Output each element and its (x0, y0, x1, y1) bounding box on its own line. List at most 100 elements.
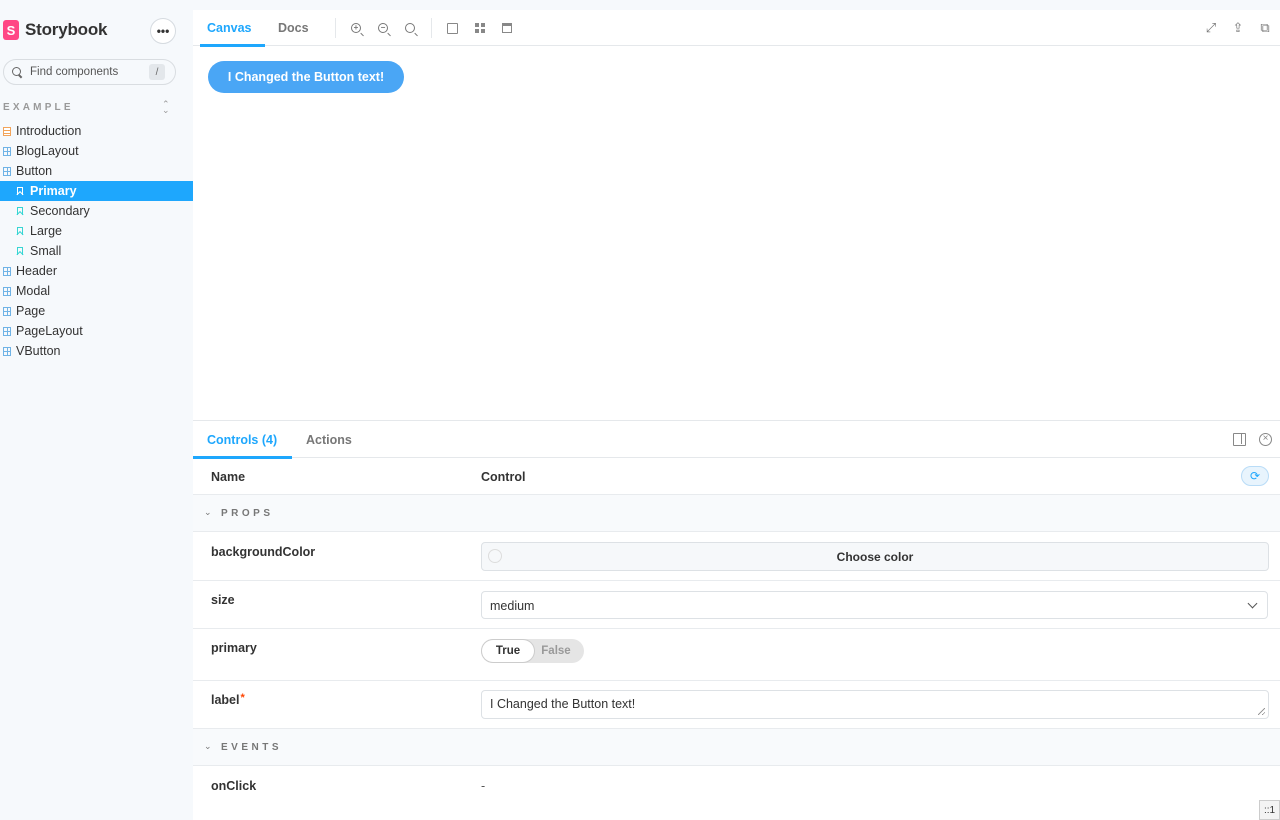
panel-layout-icon[interactable] (1233, 433, 1246, 446)
bookmark-icon (17, 227, 23, 235)
sidebar-item-bloglayout[interactable]: BlogLayout (0, 141, 193, 161)
select-value: medium (490, 599, 535, 613)
sidebar-item-label: Introduction (16, 124, 82, 138)
sidebar-item-large[interactable]: Large (0, 221, 193, 241)
boolean-toggle[interactable]: False True (481, 639, 584, 663)
zoom-in-icon[interactable]: + (348, 20, 364, 36)
size-select[interactable]: medium (481, 591, 1268, 619)
sidebar-item-button[interactable]: Button (0, 161, 193, 181)
table-row: label* I Changed the Button text! (193, 681, 1280, 729)
corner-badge: ::1 (1259, 800, 1280, 820)
component-icon (3, 266, 11, 276)
sidebar-item-header[interactable]: Header (0, 261, 193, 281)
sidebar-item-label: BlogLayout (16, 144, 79, 158)
section-title: EVENTS (221, 742, 283, 753)
sidebar-item-secondary[interactable]: Secondary (0, 201, 193, 221)
chevron-down-icon: ⌄ (204, 507, 212, 517)
chevron-down-icon (1247, 598, 1258, 609)
resize-handle-icon[interactable] (1258, 708, 1265, 715)
sidebar-item-label: Header (16, 264, 57, 278)
bookmark-icon (17, 187, 23, 195)
addons-tabbar: Controls (4) Actions × (192, 421, 1280, 459)
sidebar-item-modal[interactable]: Modal (0, 281, 193, 301)
sidebar-item-label: Small (30, 244, 62, 258)
close-icon[interactable]: × (1259, 433, 1272, 446)
sidebar-item-primary[interactable]: Primary (0, 181, 193, 201)
sidebar-item-introduction[interactable]: Introduction (0, 121, 193, 141)
tab-actions[interactable]: Actions (306, 421, 352, 458)
preview-button[interactable]: I Changed the Button text! (208, 61, 404, 93)
search-field[interactable]: Find components / (3, 59, 176, 85)
color-picker[interactable]: Choose color (481, 542, 1269, 571)
addons-panel: Controls (4) Actions × Name Control ⟳ ⌄ … (192, 420, 1280, 820)
sidebar-item-page[interactable]: Page (0, 301, 193, 321)
bookmark-icon (17, 247, 23, 255)
toolbar-divider (335, 18, 336, 38)
component-icon (3, 286, 11, 296)
table-row: backgroundColor Choose color (193, 532, 1280, 581)
zoom-reset-icon[interactable] (402, 20, 418, 36)
prop-name: label* (211, 692, 245, 707)
tab-controls[interactable]: Controls (4) (192, 421, 293, 459)
controls-table: Name Control ⟳ ⌄ PROPS backgroundColor C… (193, 458, 1280, 811)
table-row: size medium (193, 581, 1280, 629)
section-events[interactable]: ⌄ EVENTS (193, 729, 1280, 766)
toggle-true[interactable]: True (482, 640, 534, 662)
prop-name: primary (211, 641, 257, 655)
app-title: Storybook (25, 20, 108, 39)
refresh-icon: ⟳ (1249, 469, 1261, 483)
tab-docs[interactable]: Docs (278, 10, 309, 46)
outline-icon[interactable] (499, 20, 515, 36)
prop-name: onClick (211, 779, 257, 793)
component-icon (3, 306, 11, 316)
background-icon[interactable] (444, 20, 460, 36)
sidebar-section-title[interactable]: EXAMPLE (3, 102, 74, 113)
tab-canvas[interactable]: Canvas (199, 10, 267, 47)
sidebar-item-label: Button (16, 164, 53, 178)
sidebar-item-pagelayout[interactable]: PageLayout (0, 321, 193, 341)
zoom-out-icon[interactable]: − (375, 20, 391, 36)
sidebar-item-label: Large (30, 224, 62, 238)
toolbar-divider (431, 18, 432, 38)
menu-button[interactable]: ••• (150, 18, 176, 44)
color-picker-label: Choose color (836, 550, 914, 564)
search-icon (12, 66, 23, 78)
expand-collapse-icon[interactable]: ⌃ ⌄ (162, 100, 170, 115)
storybook-logo-icon: S (3, 20, 19, 40)
component-icon (3, 166, 11, 176)
prop-name: backgroundColor (211, 545, 316, 559)
table-row: primary False True (193, 629, 1280, 681)
sidebar-item-label: PageLayout (16, 324, 83, 338)
sidebar-item-vbutton[interactable]: VButton (0, 341, 193, 361)
event-value: - (481, 779, 486, 793)
prop-name: size (211, 593, 235, 607)
component-icon (3, 326, 11, 336)
chevron-down-icon: ⌄ (204, 741, 212, 751)
component-icon (3, 346, 11, 356)
reset-controls-button[interactable]: ⟳ (1241, 466, 1269, 486)
share-icon[interactable]: ⇪ (1230, 20, 1246, 36)
sidebar: S Storybook ••• Find components / EXAMPL… (0, 0, 193, 820)
textarea-value: I Changed the Button text! (490, 697, 636, 711)
sidebar-item-label: Secondary (30, 204, 90, 218)
fullscreen-icon[interactable]: ⤢ (1203, 20, 1219, 36)
toolbar: Canvas Docs + − ⤢ ⇪ ⧉ (193, 10, 1280, 47)
sidebar-item-small[interactable]: Small (0, 241, 193, 261)
table-header: Name Control ⟳ (193, 458, 1280, 495)
table-row: onClick - (193, 766, 1280, 811)
sidebar-item-label: VButton (16, 344, 61, 358)
toggle-false[interactable]: False (530, 640, 582, 662)
search-shortcut-badge: / (149, 64, 165, 80)
brand[interactable]: S Storybook (3, 20, 107, 40)
prop-name-text: label (211, 693, 240, 707)
component-icon (3, 146, 11, 156)
search-input[interactable]: Find components (30, 66, 118, 78)
sidebar-item-label: Page (16, 304, 46, 318)
grid-icon[interactable] (472, 20, 488, 36)
document-icon (3, 126, 11, 136)
sidebar-item-label: Modal (16, 284, 51, 298)
copy-link-icon[interactable]: ⧉ (1257, 20, 1273, 36)
label-textarea[interactable]: I Changed the Button text! (481, 690, 1269, 719)
section-title: PROPS (221, 508, 274, 519)
section-props[interactable]: ⌄ PROPS (193, 495, 1280, 532)
